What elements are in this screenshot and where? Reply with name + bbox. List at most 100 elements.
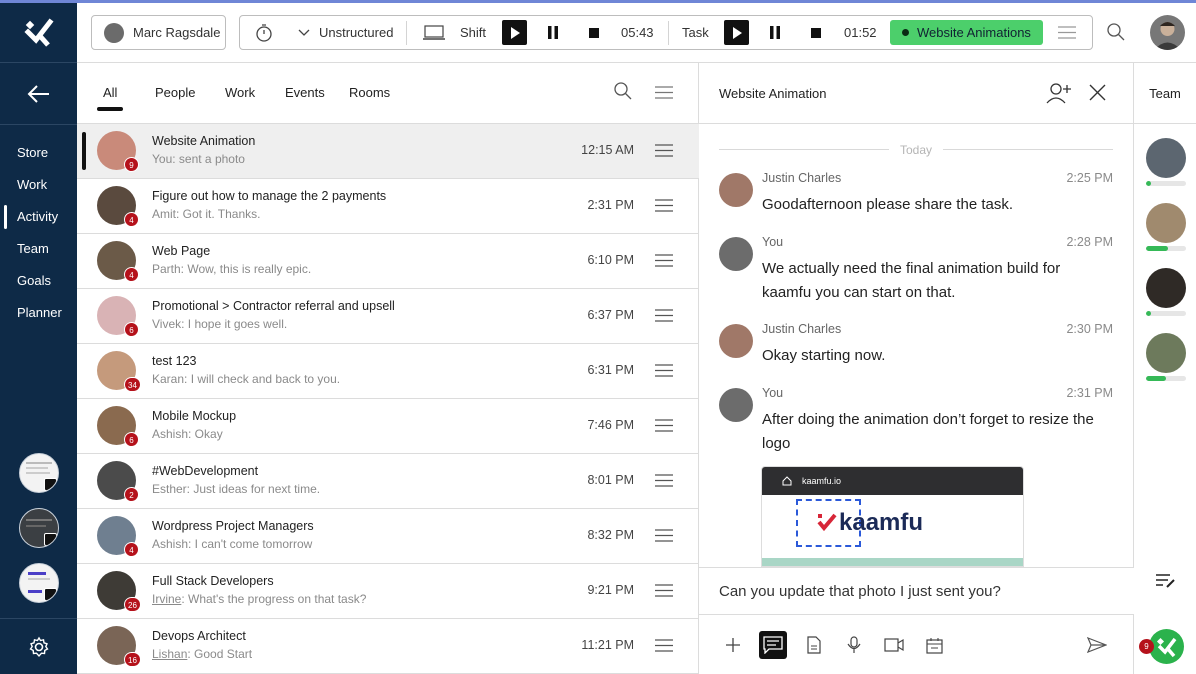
shift-play-button[interactable] (502, 20, 527, 45)
photo-attachment[interactable]: kaamfu.io kaamfu (761, 466, 1024, 567)
shift-pause-button[interactable] (547, 16, 559, 49)
unread-badge: 26 (124, 597, 141, 612)
preview-text: Karan: I will check and back to you. (152, 372, 341, 386)
shift-stop-button[interactable] (589, 16, 599, 49)
recent-screen-thumb[interactable] (19, 453, 59, 493)
preview-author[interactable]: Irvine (152, 592, 181, 606)
message-input[interactable]: Can you update that photo I just sent yo… (719, 583, 1001, 600)
recent-screen-thumb[interactable] (19, 563, 59, 603)
conversation-time: 7:46 PM (587, 418, 634, 432)
conversation-row[interactable]: 9 Website Animation You: sent a photo 12:15… (77, 124, 699, 179)
send-button[interactable] (1083, 631, 1111, 659)
row-menu-button[interactable] (655, 254, 673, 272)
row-menu-button[interactable] (655, 199, 673, 217)
row-menu-button[interactable] (655, 309, 673, 327)
tracker-menu-button[interactable] (1058, 16, 1076, 49)
conversation-preview: Vivek: I hope it goes well. (152, 317, 287, 331)
settings-button[interactable] (0, 618, 77, 674)
document-button[interactable] (800, 631, 828, 659)
row-menu-button[interactable] (655, 419, 673, 437)
preview-text: Parth: Wow, this is really epic. (152, 262, 312, 276)
screen-badge-icon (44, 533, 57, 546)
user-selector[interactable]: Marc Ragsdale (91, 15, 226, 50)
conversation-row[interactable]: 4 Figure out how to manage the 2 payments… (77, 179, 699, 234)
row-menu-button[interactable] (655, 474, 673, 492)
conversation-time: 11:21 PM (581, 638, 634, 652)
close-chat-button[interactable] (1089, 84, 1106, 106)
conversation-row[interactable]: 4 Wordpress Project Managers Ashish: I can… (77, 509, 699, 564)
notes-button[interactable] (1156, 573, 1176, 594)
avatar (1146, 333, 1186, 373)
brand-text: kaamfu (839, 509, 924, 536)
conversation-row[interactable]: 34 test 123 Karan: I will check and back t… (77, 344, 699, 399)
preview-author[interactable]: Lishan (152, 647, 187, 661)
global-search-button[interactable] (1107, 23, 1125, 46)
row-menu-button[interactable] (655, 364, 673, 382)
back-button[interactable] (0, 63, 77, 125)
tab-work[interactable]: Work (225, 85, 255, 100)
preview-text: Amit: Got it. Thanks. (152, 207, 261, 221)
arrow-left-icon (27, 84, 49, 103)
kaamfu-app-button[interactable] (1149, 629, 1184, 664)
task-stop-button[interactable] (811, 16, 821, 49)
tab-all[interactable]: All (96, 85, 124, 111)
team-member[interactable] (1146, 138, 1186, 186)
conversation-time: 6:31 PM (587, 363, 634, 377)
current-task-label: Website Animations (917, 25, 1031, 40)
mode-select[interactable]: Unstructured (319, 16, 393, 49)
conversation-row[interactable]: 4 Web Page Parth: Wow, this is really epic… (77, 234, 699, 289)
sidebar-item-planner[interactable]: Planner (0, 297, 77, 329)
conversation-row[interactable]: 2 #WebDevelopment Esther: Just ideas for n… (77, 454, 699, 509)
hamburger-icon (655, 419, 673, 432)
message-composer[interactable]: Can you update that photo I just sent yo… (699, 567, 1134, 615)
row-menu-button[interactable] (655, 584, 673, 602)
avatar (1146, 138, 1186, 178)
current-task-pill[interactable]: Website Animations (890, 20, 1043, 45)
team-member[interactable] (1146, 268, 1186, 316)
task-play-button[interactable] (724, 20, 749, 45)
team-title: Team (1134, 63, 1196, 124)
tab-events[interactable]: Events (285, 85, 325, 100)
text-format-button[interactable] (759, 631, 787, 659)
sidebar-item-store[interactable]: Store (0, 137, 77, 169)
team-member[interactable] (1146, 203, 1186, 251)
team-member[interactable] (1146, 333, 1186, 381)
app-logo[interactable] (0, 3, 77, 63)
tab-people[interactable]: People (155, 85, 195, 100)
row-menu-button[interactable] (655, 529, 673, 547)
conversation-preview: Ashish: Okay (152, 427, 223, 441)
sidebar-item-work[interactable]: Work (0, 169, 77, 201)
chevron-down-icon[interactable] (298, 16, 310, 49)
conversation-row[interactable]: 26 Full Stack Developers Irvine: What's th… (77, 564, 699, 619)
conversation-preview: Lishan: Good Start (152, 647, 252, 661)
chat-title: Website Animation (719, 86, 827, 101)
hamburger-icon (655, 529, 673, 542)
calendar-button[interactable] (920, 631, 948, 659)
recent-screen-thumb[interactable] (19, 508, 59, 548)
voice-button[interactable] (840, 631, 868, 659)
document-icon (807, 636, 821, 654)
play-icon (510, 26, 520, 39)
conversation-row[interactable]: 16 Devops Architect Lishan: Good Start 11:2… (77, 619, 699, 674)
unread-badge: 4 (124, 542, 139, 557)
unread-badge: 2 (124, 487, 139, 502)
sidebar-item-team[interactable]: Team (0, 233, 77, 265)
video-button[interactable] (880, 631, 908, 659)
task-pause-button[interactable] (769, 16, 781, 49)
list-menu-button[interactable] (655, 86, 673, 104)
conversation-row[interactable]: 6 Mobile Mockup Ashish: Okay 7:46 PM (77, 399, 699, 454)
row-menu-button[interactable] (655, 639, 673, 657)
list-search-button[interactable] (614, 82, 632, 105)
avatar (719, 237, 753, 271)
tab-rooms[interactable]: Rooms (349, 85, 390, 100)
row-menu-button[interactable] (655, 144, 673, 162)
sidebar-item-goals[interactable]: Goals (0, 265, 77, 297)
conversation-row[interactable]: 6 Promotional > Contractor referral and u… (77, 289, 699, 344)
add-member-button[interactable] (1046, 82, 1072, 109)
sidebar-item-activity[interactable]: Activity (0, 201, 77, 233)
attach-button[interactable] (719, 631, 747, 659)
profile-avatar[interactable] (1150, 15, 1185, 50)
plus-icon (726, 638, 740, 652)
unread-badge: 4 (124, 212, 139, 227)
stopwatch-icon[interactable] (254, 16, 274, 49)
